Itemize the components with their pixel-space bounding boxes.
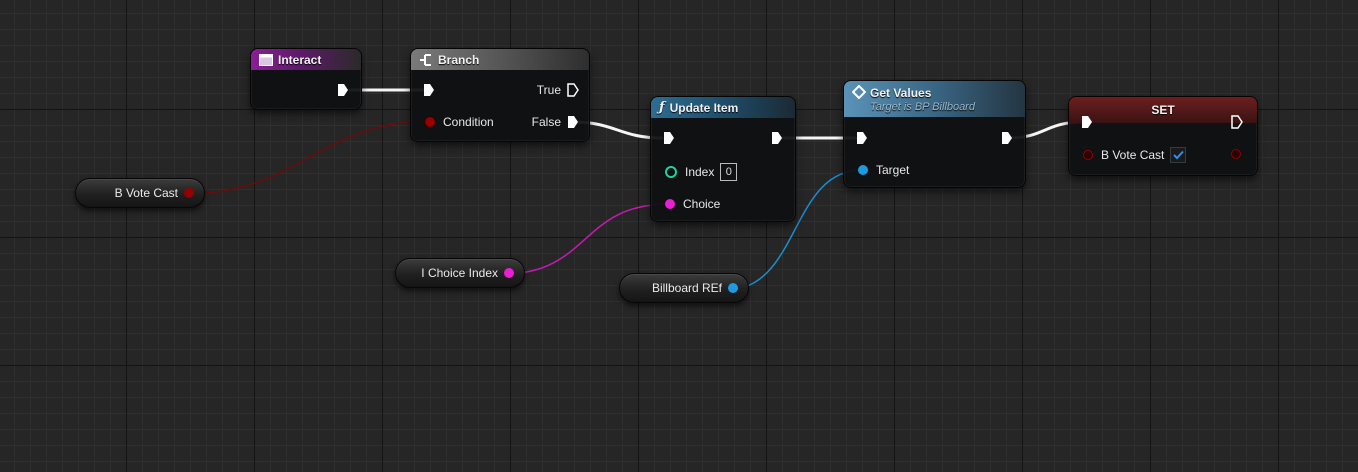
- set-node[interactable]: SET B Vote Cast: [1068, 96, 1258, 176]
- set-bvotecast-in[interactable]: B Vote Cast: [1083, 147, 1187, 163]
- update-item-choice-in[interactable]: Choice: [665, 197, 720, 211]
- bool-out-pin-icon[interactable]: [1231, 149, 1241, 159]
- interact-node-header[interactable]: Interact: [251, 49, 361, 70]
- set-node-header[interactable]: SET: [1069, 97, 1257, 123]
- exec-in-pin-icon[interactable]: [663, 131, 675, 145]
- condition-pin-icon[interactable]: [425, 117, 435, 127]
- branch-condition-in[interactable]: Condition: [425, 115, 494, 129]
- update-item-node-header[interactable]: ƒ Update Item: [651, 97, 795, 118]
- event-icon: [259, 53, 273, 66]
- get-values-exec-in[interactable]: [856, 131, 868, 145]
- update-item-title: Update Item: [669, 100, 739, 115]
- interact-exec-out[interactable]: [337, 83, 349, 97]
- set-exec-in[interactable]: [1081, 115, 1093, 129]
- index-pin-icon[interactable]: [665, 166, 677, 178]
- b-vote-cast-label: B Vote Cast: [114, 186, 178, 200]
- get-values-subtitle: Target is BP Billboard: [870, 100, 975, 113]
- bool-out-pin-icon[interactable]: [184, 188, 194, 198]
- update-item-node[interactable]: ƒ Update Item Index 0 Choice: [650, 96, 796, 222]
- exec-in-pin-icon[interactable]: [856, 131, 868, 145]
- exec-out-hollow-pin-icon[interactable]: [1231, 115, 1243, 129]
- get-values-exec-out[interactable]: [1001, 131, 1013, 145]
- branch-false-out[interactable]: False: [532, 115, 579, 129]
- update-item-index-label: Index: [685, 165, 715, 179]
- exec-out-pin-icon[interactable]: [567, 115, 579, 129]
- update-item-exec-in[interactable]: [663, 131, 675, 145]
- i-choice-index-label: I Choice Index: [421, 266, 498, 280]
- branch-true-out[interactable]: True: [537, 83, 579, 97]
- branch-node-header[interactable]: Branch: [411, 49, 589, 70]
- choice-out-pin-icon[interactable]: [504, 268, 514, 278]
- bool-in-pin-icon[interactable]: [1083, 150, 1093, 160]
- choice-wire-ichoice-choice: [502, 203, 670, 275]
- update-item-index-in[interactable]: Index 0: [665, 163, 738, 181]
- b-vote-cast-getter[interactable]: B Vote Cast: [75, 178, 205, 208]
- get-values-target-label: Target: [876, 163, 910, 177]
- exec-out-pin-icon[interactable]: [337, 83, 349, 97]
- branch-exec-in[interactable]: [423, 83, 435, 97]
- update-item-choice-label: Choice: [683, 197, 721, 211]
- branch-icon: [419, 53, 433, 67]
- exec-out-hollow-pin-icon[interactable]: [567, 83, 579, 97]
- branch-condition-label: Condition: [443, 115, 494, 129]
- branch-false-label: False: [531, 115, 561, 129]
- set-exec-out[interactable]: [1231, 115, 1243, 129]
- set-title: SET: [1151, 103, 1175, 117]
- choice-pin-icon[interactable]: [665, 199, 675, 209]
- index-value-input[interactable]: 0: [720, 163, 738, 181]
- branch-true-label: True: [536, 83, 561, 97]
- function-icon: ƒ: [659, 100, 665, 115]
- update-item-exec-out[interactable]: [771, 131, 783, 145]
- interact-event-node[interactable]: Interact: [250, 48, 362, 110]
- bool-wire-bvotecast-condition: [183, 120, 432, 195]
- branch-title: Branch: [438, 52, 480, 67]
- exec-in-pin-icon[interactable]: [1081, 115, 1093, 129]
- billboard-ref-label: Billboard REf: [651, 281, 722, 295]
- get-values-target-in[interactable]: Target: [858, 163, 909, 177]
- branch-node[interactable]: Branch True Condition False: [410, 48, 590, 142]
- set-var-label: B Vote Cast: [1101, 148, 1165, 162]
- get-values-node[interactable]: Get Values Target is BP Billboard Target: [843, 80, 1026, 188]
- get-values-node-header[interactable]: Get Values Target is BP Billboard: [844, 81, 1025, 117]
- billboard-ref-getter[interactable]: Billboard REf: [619, 273, 749, 303]
- target-pin-icon[interactable]: [858, 165, 868, 175]
- checkmark-icon: [1173, 150, 1184, 160]
- exec-out-pin-icon[interactable]: [1001, 131, 1013, 145]
- exec-in-pin-icon[interactable]: [423, 83, 435, 97]
- bool-value-checkbox[interactable]: [1170, 147, 1187, 163]
- interact-title: Interact: [278, 52, 322, 67]
- get-values-title: Get Values: [870, 85, 932, 100]
- i-choice-index-getter[interactable]: I Choice Index: [395, 258, 525, 288]
- exec-out-pin-icon[interactable]: [771, 131, 783, 145]
- object-out-pin-icon[interactable]: [728, 283, 738, 293]
- function-diamond-icon: [852, 85, 866, 99]
- set-bvotecast-out[interactable]: [1231, 149, 1241, 159]
